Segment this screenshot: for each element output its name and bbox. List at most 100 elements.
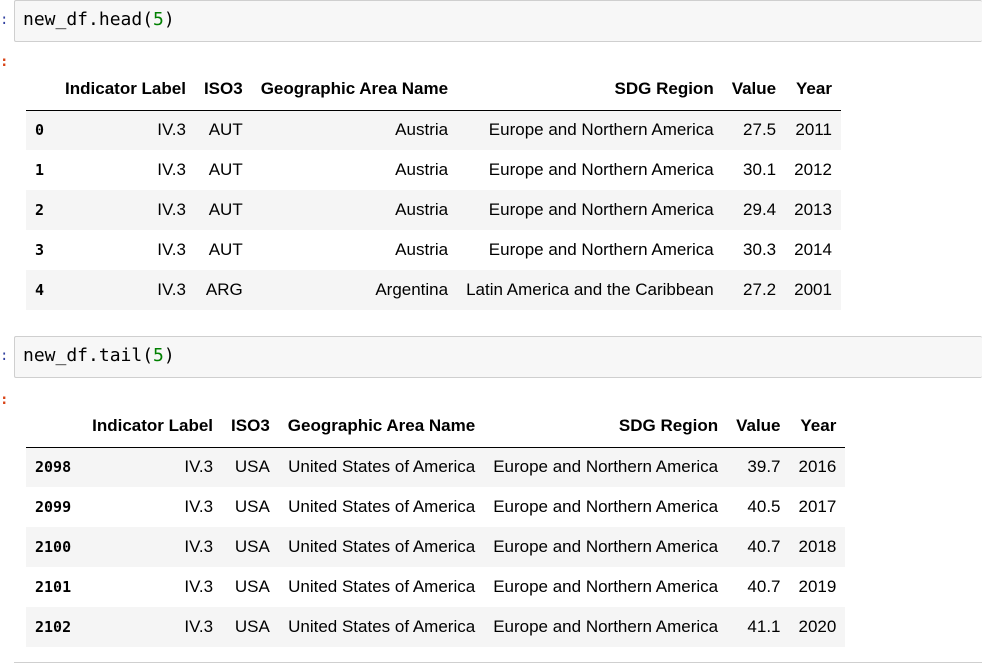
cell-iso3: USA: [234, 577, 270, 596]
cell-region: Europe and Northern America: [488, 160, 714, 179]
code-text: new_df.tail(: [23, 345, 154, 366]
notebook-page: : new_df.head(5) : Indicator Label ISO3 …: [0, 0, 982, 666]
input-prompt: :: [0, 12, 9, 28]
table-row: 2 IV.3 AUT Austria Europe and Northern A…: [26, 190, 841, 230]
table-row: 0 IV.3 AUT Austria Europe and Northern A…: [26, 110, 841, 150]
cell-value: 30.1: [743, 160, 777, 179]
cell-indicator: IV.3: [184, 577, 214, 596]
table-row: 2101 IV.3 USA United States of America E…: [26, 567, 846, 607]
cell-value: 30.3: [743, 240, 777, 259]
row-index: 1: [35, 161, 45, 179]
cell-area: United States of America: [288, 617, 476, 636]
cell-iso3: USA: [234, 457, 270, 477]
row-index: 2099: [35, 498, 72, 516]
input-prompt: :: [0, 348, 9, 364]
cell-iso3: AUT: [208, 120, 243, 140]
row-index: 2101: [35, 578, 72, 596]
cell-indicator: IV.3: [157, 160, 186, 179]
cell-value: 27.2: [743, 280, 777, 299]
cell-value: 29.4: [743, 200, 777, 219]
cell-indicator: IV.3: [184, 537, 214, 556]
cell-region: Europe and Northern America: [493, 537, 719, 556]
cell-value: 27.5: [743, 120, 777, 140]
cell-region: Europe and Northern America: [488, 120, 714, 140]
cell-area: Austria: [395, 240, 449, 259]
cell-year: 2018: [798, 537, 837, 556]
cell-year: 2011: [795, 120, 832, 140]
code-number-arg: 5: [153, 345, 164, 366]
cell-year: 2001: [794, 280, 832, 299]
code-input-cell[interactable]: new_df.tail(5): [14, 336, 982, 378]
cell-year: 2020: [798, 617, 837, 636]
row-index: 4: [35, 281, 45, 299]
cell-iso3: ARG: [205, 280, 243, 299]
code-text-suffix: ): [163, 345, 175, 366]
cell-value: 39.7: [747, 457, 781, 477]
cell-indicator: IV.3: [157, 280, 186, 299]
cell-iso3: USA: [234, 497, 270, 516]
cell-region: Europe and Northern America: [488, 240, 714, 259]
row-index: 0: [35, 121, 45, 140]
code-input-cell[interactable]: new_df.head(5): [14, 0, 982, 42]
column-header-iso3: ISO3: [222, 405, 279, 448]
table-header-row: Indicator Label ISO3 Geographic Area Nam…: [26, 68, 841, 111]
column-header-year: Year: [785, 68, 841, 111]
row-index: 2100: [35, 538, 72, 556]
code-text-suffix: ): [163, 9, 175, 30]
column-header-index: [26, 405, 84, 448]
cell-iso3: AUT: [208, 200, 243, 219]
cell-value: 40.7: [747, 577, 781, 596]
table-row: 1 IV.3 AUT Austria Europe and Northern A…: [26, 150, 841, 190]
column-header-year: Year: [789, 405, 846, 448]
column-header-indicator-label: Indicator Label: [56, 68, 195, 111]
table-row: 4 IV.3 ARG Argentina Latin America and t…: [26, 270, 841, 310]
row-index: 2098: [35, 458, 72, 477]
table-row: 2099 IV.3 USA United States of America E…: [26, 487, 846, 527]
cell-area: United States of America: [288, 457, 476, 477]
output-prompt: :: [0, 392, 9, 408]
code-text: new_df.head(: [23, 9, 154, 30]
dataframe-table-tail: Indicator Label ISO3 Geographic Area Nam…: [26, 405, 846, 647]
cell-year: 2012: [794, 160, 832, 179]
cell-year: 2017: [798, 497, 837, 516]
table-row: 2098 IV.3 USA United States of America E…: [26, 447, 846, 487]
cell-area: Austria: [395, 120, 449, 140]
cell-divider: [14, 662, 982, 663]
column-header-index: [26, 68, 57, 111]
row-index: 2: [35, 201, 45, 219]
column-header-indicator-label: Indicator Label: [83, 405, 223, 448]
table-row: 3 IV.3 AUT Austria Europe and Northern A…: [26, 230, 841, 270]
cell-area: Austria: [395, 200, 449, 219]
cell-indicator: IV.3: [157, 240, 186, 259]
cell-indicator: IV.3: [157, 200, 186, 219]
column-header-value: Value: [727, 405, 790, 448]
column-header-value: Value: [722, 68, 786, 111]
table-row: 2102 IV.3 USA United States of America E…: [26, 607, 846, 647]
cell-region: Europe and Northern America: [493, 577, 719, 596]
cell-region: Europe and Northern America: [493, 457, 719, 477]
cell-area: Austria: [395, 160, 449, 179]
cell-value: 41.1: [747, 617, 781, 636]
cell-region: Europe and Northern America: [493, 497, 719, 516]
cell-value: 40.7: [747, 537, 781, 556]
cell-area: United States of America: [288, 497, 476, 516]
cell-iso3: AUT: [208, 160, 243, 179]
cell-indicator: IV.3: [184, 497, 214, 516]
cell-indicator: IV.3: [157, 120, 186, 140]
cell-iso3: USA: [234, 537, 270, 556]
cell-year: 2019: [798, 577, 837, 596]
column-header-geographic-area: Geographic Area Name: [278, 405, 485, 448]
cell-region: Europe and Northern America: [488, 200, 714, 219]
table-row: 2100 IV.3 USA United States of America E…: [26, 527, 846, 567]
column-header-geographic-area: Geographic Area Name: [251, 68, 458, 111]
cell-indicator: IV.3: [184, 457, 214, 477]
cell-year: 2014: [794, 240, 832, 259]
dataframe-table-head: Indicator Label ISO3 Geographic Area Nam…: [26, 68, 841, 310]
column-header-sdg-region: SDG Region: [484, 405, 728, 448]
code-number-arg: 5: [153, 9, 164, 30]
output-prompt: :: [0, 54, 9, 70]
table-header-row: Indicator Label ISO3 Geographic Area Nam…: [26, 405, 846, 448]
column-header-iso3: ISO3: [194, 68, 252, 111]
cell-area: Argentina: [375, 280, 449, 299]
cell-region: Latin America and the Caribbean: [466, 280, 714, 299]
